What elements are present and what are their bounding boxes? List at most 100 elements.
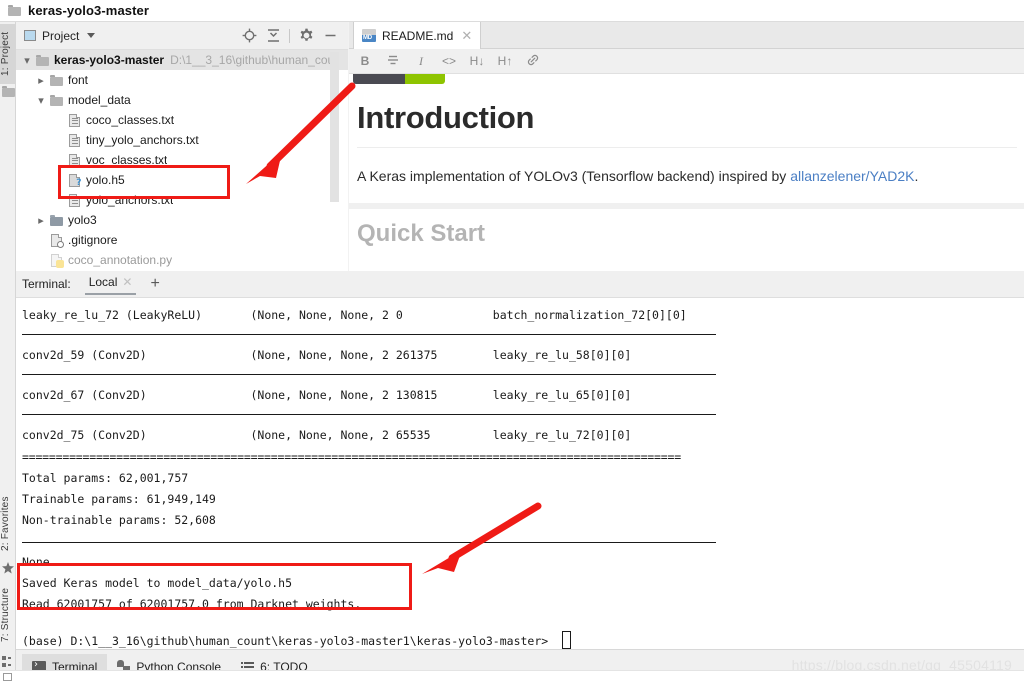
tree-row-gitignore[interactable]: .gitignore xyxy=(16,230,348,250)
markdown-preview: Introduction A Keras implementation of Y… xyxy=(349,74,1024,271)
tree-item-label: keras-yolo3-master xyxy=(54,53,165,67)
editor-area: MD README.md ✕ B I <> H↓ H↑ Introduction… xyxy=(349,22,1024,271)
window-title: keras-yolo3-master xyxy=(28,3,150,18)
tree-row-model-data[interactable]: ▾ model_data xyxy=(16,90,348,110)
project-icon xyxy=(2,86,15,98)
python-file-icon xyxy=(48,253,64,268)
text-file-icon xyxy=(66,133,82,147)
chevron-right-icon[interactable]: ▸ xyxy=(34,74,48,87)
terminal-tab-local[interactable]: Local ✕ xyxy=(84,269,137,297)
tree-item-label: coco_annotation.py xyxy=(68,253,173,267)
settings-gear-icon[interactable] xyxy=(294,24,318,48)
project-tree[interactable]: ▾ keras-yolo3-master D:\1__3_16\github\h… xyxy=(16,50,348,271)
plus-icon[interactable]: + xyxy=(150,276,159,292)
star-icon xyxy=(2,562,14,574)
terminal-line: conv2d_75 (Conv2D) (None, None, None, 2 … xyxy=(22,428,632,442)
tree-item-label: font xyxy=(68,73,89,87)
terminal-separator-line: ========================================… xyxy=(22,450,681,464)
paragraph-suffix: . xyxy=(914,168,919,184)
close-icon[interactable]: ✕ xyxy=(122,269,132,295)
terminal-rule xyxy=(22,542,716,543)
folder-icon xyxy=(48,74,64,86)
terminal-label: Terminal: xyxy=(22,277,71,291)
project-panel-toolbar: Project xyxy=(16,22,348,50)
tree-row-yolo3[interactable]: ▸ yolo3 xyxy=(16,210,348,230)
project-view-selector[interactable]: Project xyxy=(16,28,96,43)
sidebar-item-structure[interactable]: 7: Structure xyxy=(0,578,16,652)
heading-up-button[interactable]: H↑ xyxy=(497,54,513,68)
terminal-tab-label: Local xyxy=(88,275,118,289)
chevron-down-icon[interactable]: ▾ xyxy=(20,54,34,67)
tree-item-label: yolo3 xyxy=(68,213,97,227)
gitignore-file-icon xyxy=(48,233,64,248)
tree-item-label: .gitignore xyxy=(68,233,118,247)
italic-button[interactable]: I xyxy=(413,54,429,69)
terminal-line: Non-trainable params: 52,608 xyxy=(22,513,216,527)
yad2k-link[interactable]: allanzelener/YAD2K xyxy=(790,168,914,184)
terminal-line: conv2d_67 (Conv2D) (None, None, None, 2 … xyxy=(22,388,632,402)
sidebar-item-project[interactable]: 1: Project xyxy=(0,24,16,84)
collapse-all-icon[interactable] xyxy=(261,24,285,48)
project-panel-title: Project xyxy=(42,28,80,43)
toolbar-separator xyxy=(289,28,290,43)
terminal-cursor xyxy=(562,631,571,649)
section-divider xyxy=(349,203,1024,209)
text-file-icon xyxy=(66,113,82,127)
window-title-bar: keras-yolo3-master xyxy=(0,0,1024,22)
locate-target-icon[interactable] xyxy=(237,24,261,48)
terminal-line: Trainable params: 61,949,149 xyxy=(22,492,216,506)
editor-tab-label: README.md xyxy=(382,28,454,43)
terminal-line: conv2d_59 (Conv2D) (None, None, None, 2 … xyxy=(22,348,632,362)
terminal-rule xyxy=(22,414,716,415)
folder-icon xyxy=(34,54,50,66)
structure-icon xyxy=(2,656,14,668)
heading-down-button[interactable]: H↓ xyxy=(469,54,485,68)
terminal-rule xyxy=(22,374,716,375)
tree-row-coco-classes[interactable]: coco_classes.txt xyxy=(16,110,348,130)
project-tree-scrollbar[interactable] xyxy=(330,52,339,202)
terminal-rule xyxy=(22,334,716,335)
paragraph-text: A Keras implementation of YOLOv3 (Tensor… xyxy=(357,168,791,184)
tree-item-path: D:\1__3_16\github\human_cou xyxy=(170,53,335,67)
window-bottom-edge xyxy=(0,670,1024,683)
corner-status-icon xyxy=(3,673,12,681)
editor-tab-strip: MD README.md ✕ xyxy=(349,22,1024,49)
terminal-line: Total params: 62,001,757 xyxy=(22,471,189,485)
terminal-tab-strip: Terminal: Local ✕ + xyxy=(16,271,1024,298)
preview-next-heading: Quick Start xyxy=(357,220,486,247)
folder-icon xyxy=(48,94,64,106)
tree-row-root[interactable]: ▾ keras-yolo3-master D:\1__3_16\github\h… xyxy=(16,50,348,70)
bold-button[interactable]: B xyxy=(357,54,373,68)
heading-rule xyxy=(357,147,1017,148)
chevron-down-icon xyxy=(87,33,96,38)
tree-item-label: tiny_yolo_anchors.txt xyxy=(86,133,199,147)
chevron-right-icon[interactable]: ▸ xyxy=(34,214,48,227)
terminal-prompt[interactable]: (base) D:\1__3_16\github\human_count\ker… xyxy=(22,634,548,648)
tree-row-tiny-yolo-anchors[interactable]: tiny_yolo_anchors.txt xyxy=(16,130,348,150)
markdown-file-icon: MD xyxy=(362,29,376,42)
folder-icon xyxy=(8,5,21,16)
preview-heading: Introduction xyxy=(357,100,535,135)
project-view-icon xyxy=(24,30,36,41)
code-button[interactable]: <> xyxy=(441,54,457,68)
link-icon[interactable] xyxy=(525,53,541,70)
tree-row-font[interactable]: ▸ font xyxy=(16,70,348,90)
tree-item-label: model_data xyxy=(68,93,131,107)
sidebar-item-favorites[interactable]: 2: Favorites xyxy=(0,488,16,560)
minimize-icon[interactable] xyxy=(318,24,342,48)
editor-tab-readme[interactable]: MD README.md ✕ xyxy=(353,22,482,49)
tree-item-label: coco_classes.txt xyxy=(86,113,175,127)
left-tool-strip: 1: Project 2: Favorites 7: Structure xyxy=(0,22,16,683)
preview-paragraph: A Keras implementation of YOLOv3 (Tensor… xyxy=(357,168,918,184)
tree-row-coco-annotation[interactable]: coco_annotation.py xyxy=(16,250,348,270)
project-tool-window: Project ▾ keras-yolo3-master D:\1__3_16\… xyxy=(16,22,348,271)
chevron-down-icon[interactable]: ▾ xyxy=(34,94,48,107)
terminal-line: leaky_re_lu_72 (LeakyReLU) (None, None, … xyxy=(22,308,687,322)
annotation-rect-saved-model xyxy=(17,563,412,610)
annotation-rect-yolo-h5 xyxy=(58,165,230,199)
markdown-toolbar: B I <> H↓ H↑ xyxy=(349,49,1024,74)
python-package-icon xyxy=(48,214,64,226)
strikethrough-icon[interactable] xyxy=(385,53,401,70)
build-status-badge xyxy=(353,74,445,84)
close-icon[interactable]: ✕ xyxy=(461,28,472,44)
